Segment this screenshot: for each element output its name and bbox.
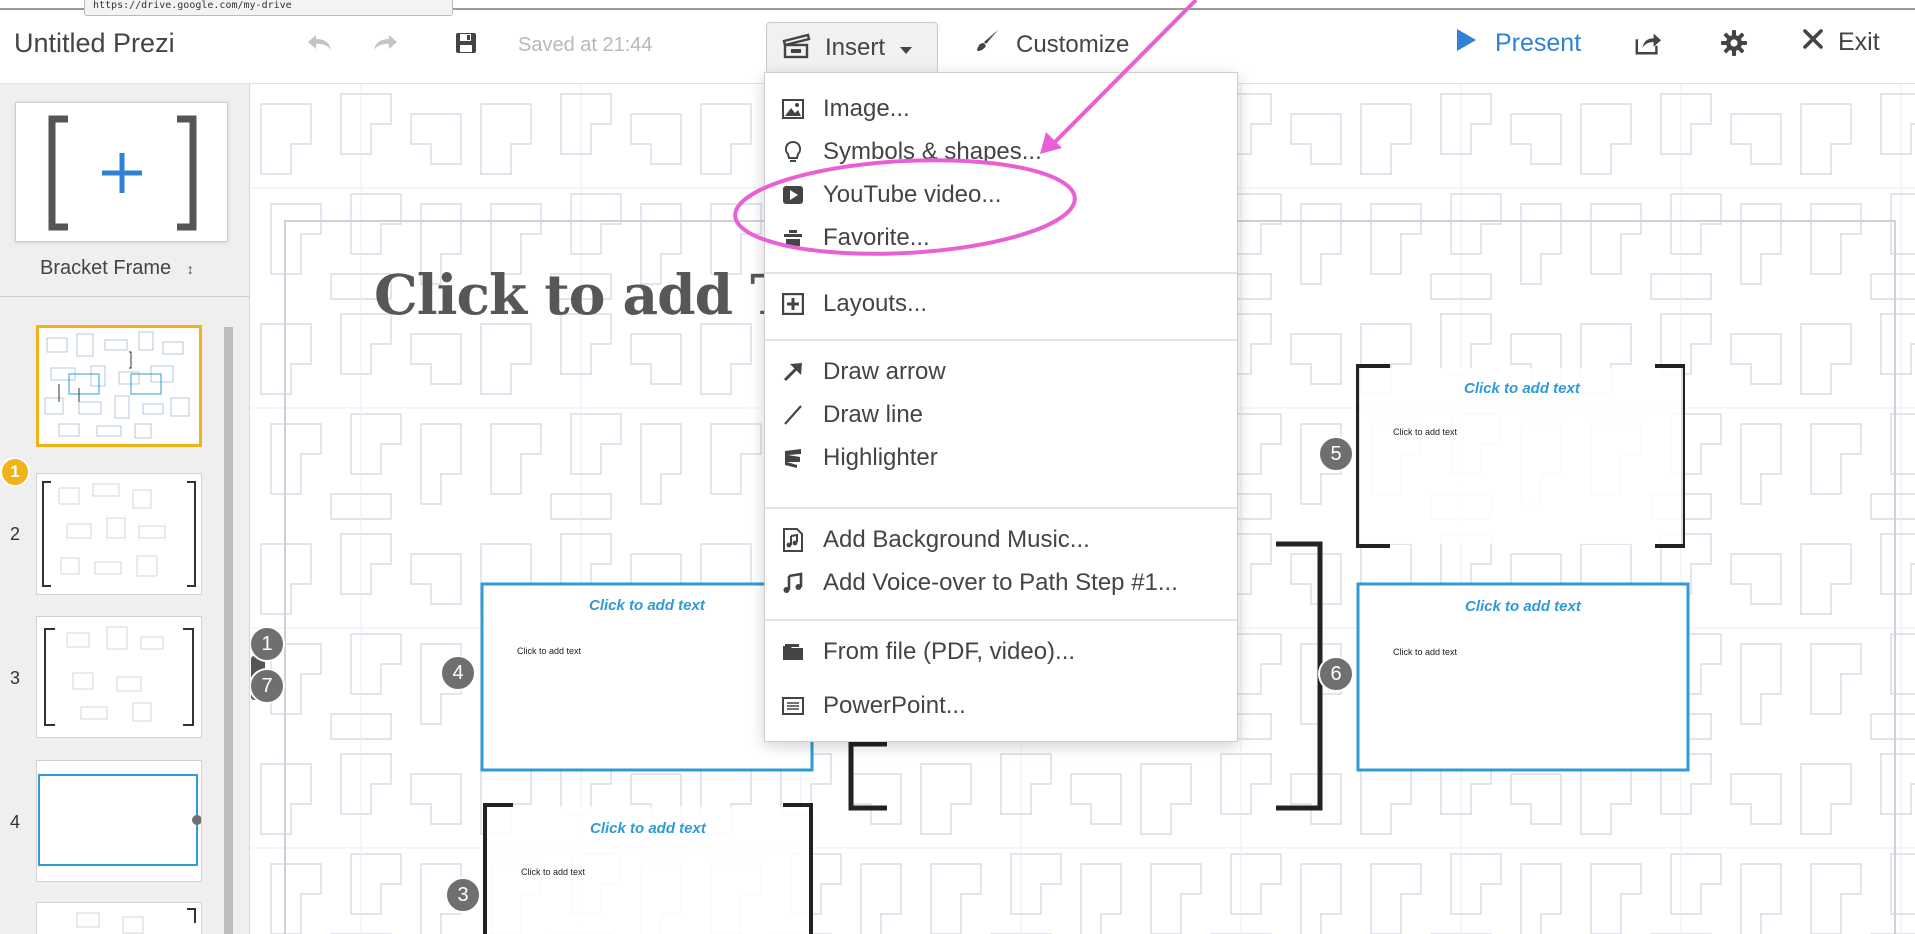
close-icon [1802,28,1824,57]
menu-item-label: YouTube video... [823,181,1002,208]
menu-item-label: Image... [823,95,910,122]
insert-icon [781,31,811,66]
menu-item-label: PowerPoint... [823,692,966,719]
frame-3-heading[interactable]: Click to add text [590,820,706,837]
path-step-number: 4 [10,812,21,832]
menu-item-label: Symbols & shapes... [823,138,1042,165]
menu-item-voice-over[interactable]: Add Voice-over to Path Step #1... [781,566,1178,600]
path-thumbnail-5[interactable] [36,902,202,934]
frame-6-body[interactable]: Click to add text [1393,647,1457,657]
highlighter-icon [781,446,805,470]
path-thumbnail-3[interactable] [36,616,202,738]
menu-item-label: From file (PDF, video)... [823,638,1076,665]
customize-label: Customize [1016,30,1130,58]
saved-status: Saved at 21:44 [518,34,653,56]
frame-title-placeholder[interactable]: Click to add T [374,262,791,327]
frame-type-select[interactable]: Bracket Frame ↕ [40,257,194,280]
path-badge-6[interactable]: 6 [1318,656,1354,692]
sidebar-scrollbar[interactable] [224,327,233,934]
line-icon [781,403,805,427]
caret-down-icon [899,34,913,62]
lightbulb-icon [781,140,805,164]
insert-dropdown-menu: Image... Symbols & shapes... YouTube vid… [764,72,1238,742]
frame-4-heading[interactable]: Click to add text [589,597,705,614]
insert-button[interactable]: Insert [766,22,938,74]
menu-item-powerpoint[interactable]: PowerPoint... [781,689,966,723]
menu-item-label: Highlighter [823,444,938,471]
menu-item-draw-line[interactable]: Draw line [781,398,923,432]
menu-item-favorite[interactable]: Favorite... [781,221,930,255]
save-icon[interactable] [452,30,480,56]
menu-item-highlighter[interactable]: Highlighter [781,441,938,475]
frame-6-heading[interactable]: Click to add text [1465,598,1581,615]
menu-item-label: Layouts... [823,290,928,317]
frame-5-heading[interactable]: Click to add text [1464,380,1580,397]
insert-label: Insert [825,34,886,61]
undo-icon[interactable] [306,30,334,56]
frame-4-body[interactable]: Click to add text [517,646,581,656]
menu-item-layouts[interactable]: Layouts... [781,287,927,321]
menu-item-background-music[interactable]: Add Background Music... [781,523,1090,557]
image-icon [781,97,805,121]
redo-icon[interactable] [371,30,399,56]
customize-button[interactable]: Customize [974,28,1129,61]
present-button[interactable]: Present [1455,28,1581,59]
menu-separator [765,507,1237,509]
path-badge-4[interactable]: 4 [440,655,476,691]
menu-separator [765,619,1237,621]
present-label: Present [1495,29,1582,57]
path-thumbnail-4[interactable] [36,760,202,882]
arrow-icon [781,360,805,384]
updown-icon: ↕ [186,261,194,277]
bracket-plus-icon [48,115,197,231]
music-file-icon [781,528,805,552]
powerpoint-icon [781,694,805,718]
path-badge-5[interactable]: 5 [1318,436,1354,472]
menu-item-image[interactable]: Image... [781,92,910,126]
menu-separator [765,339,1237,341]
path-sidebar: Bracket Frame ↕ 1 2 3 4 [0,84,250,934]
add-frame-button[interactable] [15,102,228,242]
music-note-icon [781,571,805,595]
exit-button[interactable]: Exit [1802,28,1880,57]
path-thumbnail-1[interactable] [36,325,202,447]
menu-item-label: Favorite... [823,224,930,251]
path-badge-3[interactable]: 3 [445,877,481,913]
layouts-plus-icon [781,292,805,316]
menu-item-symbols-shapes[interactable]: Symbols & shapes... [781,135,1042,169]
menu-item-label: Draw line [823,401,924,428]
brush-icon [974,28,1000,61]
url-tooltip: https://drive.google.com/my-drive [84,0,453,16]
menu-separator [765,272,1237,274]
favorite-icon [781,226,805,250]
gear-icon[interactable] [1720,30,1748,56]
menu-item-youtube-video[interactable]: YouTube video... [781,178,1001,212]
frame-3-body[interactable]: Click to add text [521,867,585,877]
menu-item-label: Add Voice-over to Path Step #1... [823,569,1178,596]
path-step-number: 3 [10,668,21,688]
share-icon[interactable] [1634,30,1662,56]
menu-item-label: Add Background Music... [823,526,1090,553]
menu-item-label: Draw arrow [823,358,946,385]
play-icon [1455,28,1477,59]
youtube-play-icon [781,183,805,207]
presentation-title[interactable]: Untitled Prezi [14,28,175,59]
sidebar-divider [0,296,250,297]
frame-type-label: Bracket Frame [40,257,172,279]
path-step-number: 2 [10,524,21,544]
menu-item-from-file[interactable]: From file (PDF, video)... [781,635,1075,669]
path-thumbnail-2[interactable] [36,473,202,595]
menu-item-draw-arrow[interactable]: Draw arrow [781,355,946,389]
exit-label: Exit [1838,28,1880,56]
folder-icon [781,640,805,664]
path-step-badge-1: 1 [0,457,30,487]
frame-5-body[interactable]: Click to add text [1393,427,1457,437]
